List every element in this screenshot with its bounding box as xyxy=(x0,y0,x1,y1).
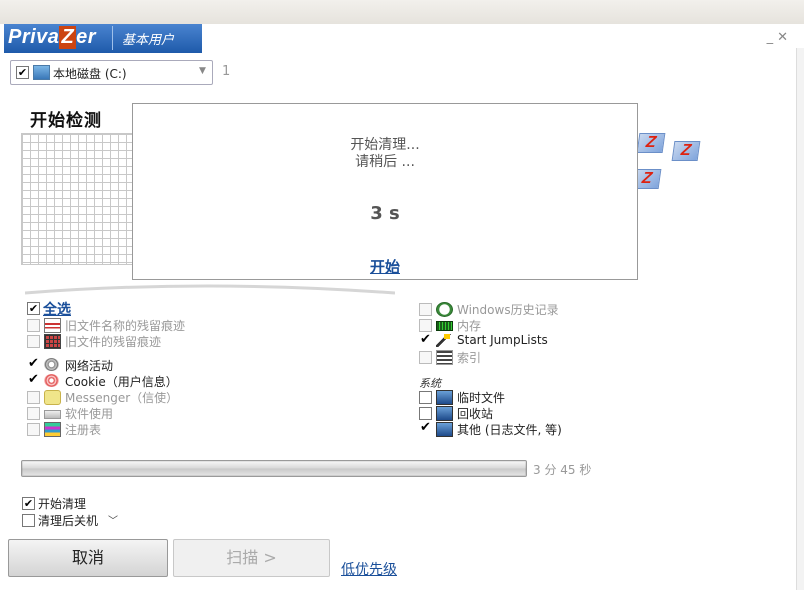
registry-icon xyxy=(44,422,61,437)
shutdown-checkbox[interactable] xyxy=(22,514,35,527)
chevron-down-icon[interactable]: ﹀ xyxy=(108,512,118,527)
item-label: 注册表 xyxy=(65,423,102,437)
start-dialog: 开始清理... 请稍后 ... 3 s 开始 xyxy=(132,103,638,280)
start-clean-label: 开始清理 xyxy=(38,497,87,511)
checkmark-icon[interactable]: ✔ xyxy=(28,356,39,371)
item-checkbox[interactable] xyxy=(419,351,432,364)
window-right-edge xyxy=(796,48,804,590)
select-all-checkbox[interactable]: ✔ xyxy=(27,302,40,315)
item-label: 旧文件的残留痕迹 xyxy=(65,335,162,349)
logo-divider xyxy=(112,26,113,50)
screen-icon xyxy=(436,390,453,405)
item-checkbox[interactable] xyxy=(27,335,40,348)
drive-icon xyxy=(33,65,50,80)
minimize-button[interactable]: _ xyxy=(767,30,778,45)
app-logo: Priva Zer xyxy=(8,26,97,49)
item-label: 其他 (日志文件, 等) xyxy=(457,423,562,437)
item-checkbox[interactable] xyxy=(419,303,432,316)
item-checkbox[interactable] xyxy=(27,407,40,420)
start-link[interactable]: 开始 xyxy=(133,256,637,277)
start-clean-checkbox[interactable]: ✔ xyxy=(22,497,35,510)
privazer-z-icon: Z xyxy=(671,141,701,161)
system-section-label: 系统 xyxy=(419,377,441,390)
item-checkbox[interactable] xyxy=(27,391,40,404)
drive-label: 本地磁盘 (C:) xyxy=(53,67,127,81)
item-label: 索引 xyxy=(457,351,482,365)
drive-checkbox[interactable]: ✔ xyxy=(16,66,29,79)
privazer-z-icon: Z xyxy=(636,133,666,153)
item-label: Messenger（信使） xyxy=(65,391,179,405)
select-all-link[interactable]: 全选 xyxy=(43,299,71,319)
close-button[interactable]: ✕ xyxy=(777,30,792,45)
item-label: 回收站 xyxy=(457,407,494,421)
wand-icon xyxy=(436,334,451,347)
cancel-button[interactable]: 取消 xyxy=(8,539,168,577)
item-label: 软件使用 xyxy=(65,407,114,421)
messenger-icon xyxy=(44,390,61,405)
chevron-down-icon[interactable]: ▼ xyxy=(199,66,206,76)
scan-button[interactable]: 扫描 > xyxy=(173,539,330,577)
scan-title: 开始检测 xyxy=(30,111,102,131)
memory-icon xyxy=(436,321,453,331)
scan-progress-bar xyxy=(21,460,527,477)
user-mode-label: 基本用户 xyxy=(122,33,175,48)
item-label: 旧文件名称的残留痕迹 xyxy=(65,319,186,333)
checkmark-icon[interactable]: ✔ xyxy=(420,332,431,347)
item-label: Cookie（用户信息） xyxy=(65,375,178,389)
dialog-wait-message: 请稍后 ... xyxy=(355,154,415,170)
drive-dropdown[interactable]: ✔ 本地磁盘 (C:) ▼ xyxy=(10,60,213,85)
item-label: 临时文件 xyxy=(457,391,506,405)
window-titlebar xyxy=(0,0,804,24)
progress-fill xyxy=(23,462,525,475)
checkmark-icon[interactable]: ✔ xyxy=(28,372,39,387)
screen-icon xyxy=(436,406,453,421)
item-checkbox[interactable] xyxy=(27,423,40,436)
decorative-swoosh xyxy=(25,284,395,295)
item-label: 网络活动 xyxy=(65,359,114,373)
window-controls: _✕ xyxy=(767,30,792,45)
item-checkbox[interactable] xyxy=(419,319,432,332)
checkmark-icon[interactable]: ✔ xyxy=(420,420,431,435)
cookie-icon xyxy=(44,374,59,387)
document-icon xyxy=(44,318,61,333)
item-label: Start JumpLists xyxy=(457,333,548,347)
item-checkbox[interactable] xyxy=(419,391,432,404)
item-label: 内存 xyxy=(457,319,482,333)
countdown-timer: 3 s xyxy=(370,203,400,224)
scan-grid xyxy=(21,133,135,265)
index-icon xyxy=(436,350,453,365)
grid-file-icon xyxy=(44,334,61,349)
low-priority-link[interactable]: 低优先级 xyxy=(341,559,397,579)
software-icon xyxy=(44,410,61,419)
remaining-time: 3 分 45 秒 xyxy=(533,463,592,477)
network-icon xyxy=(44,358,59,371)
screen-icon xyxy=(436,422,453,437)
clock-icon xyxy=(436,302,453,317)
item-checkbox[interactable] xyxy=(27,319,40,332)
shutdown-label: 清理后关机 xyxy=(38,514,99,528)
item-label: Windows历史记录 xyxy=(457,303,559,317)
item-checkbox[interactable] xyxy=(419,407,432,420)
drive-count: 1 xyxy=(222,64,231,79)
